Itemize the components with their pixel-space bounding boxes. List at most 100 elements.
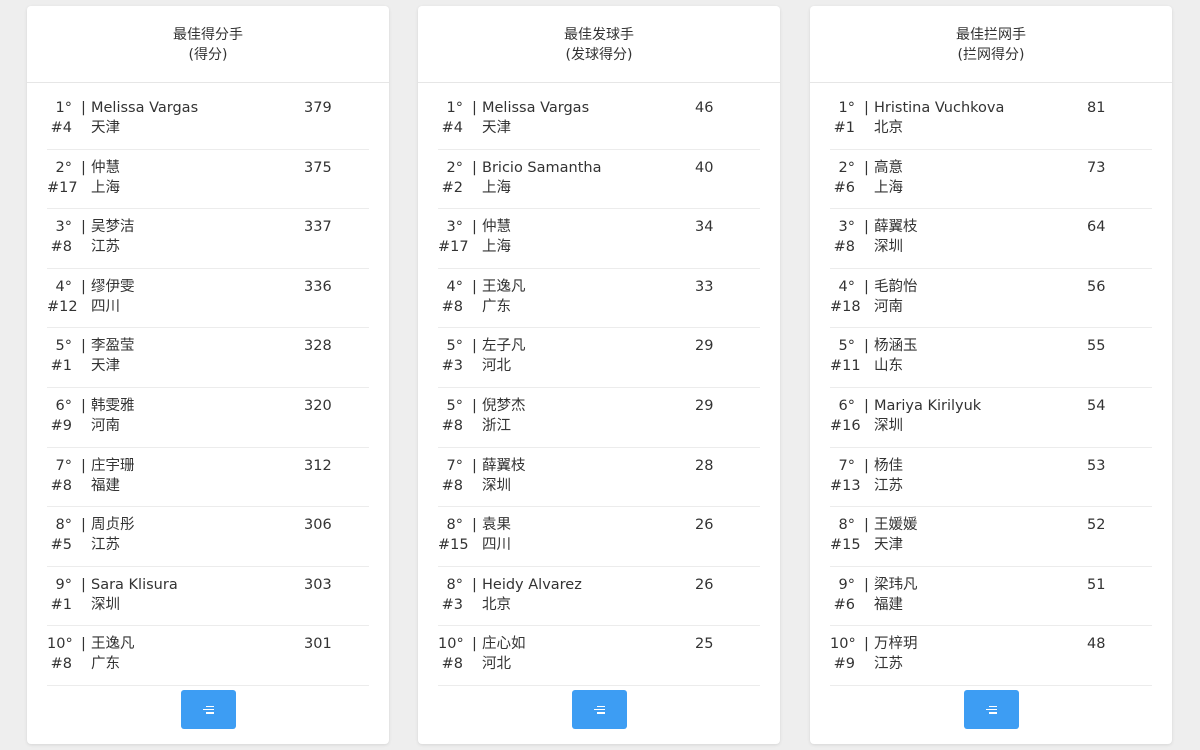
player-name: 王逸凡 [482, 278, 526, 295]
player-name: Melissa Vargas [91, 100, 199, 116]
stat-value: 301 [304, 636, 332, 653]
player-name: Bricio Samantha [482, 159, 602, 176]
rank-label: 8° [838, 517, 855, 534]
stat-value: 48 [1087, 636, 1106, 653]
separator: | [864, 100, 869, 116]
player-name: 仲慧 [482, 219, 511, 236]
player-name: 左子凡 [482, 338, 526, 355]
team-city: 深圳 [482, 477, 511, 494]
separator: | [81, 397, 86, 414]
separator: | [472, 159, 477, 176]
jersey-number: #17 [47, 179, 78, 196]
player-name: 王逸凡 [91, 636, 135, 653]
separator: | [81, 338, 86, 355]
jersey-number: #18 [830, 298, 861, 315]
jersey-number: #5 [50, 537, 72, 554]
ranking-row: 6° | 韩雯雅 #9 河南 320 [47, 388, 369, 448]
jersey-number: #4 [441, 120, 463, 136]
jersey-number: #17 [438, 239, 469, 256]
rank-label: 3° [838, 219, 855, 236]
team-city: 江苏 [874, 656, 903, 673]
stat-value: 46 [695, 100, 714, 116]
show-more-button[interactable] [181, 690, 236, 729]
ranking-row: 1° | Melissa Vargas #4 天津 379 [47, 90, 369, 150]
stat-value: 303 [304, 576, 332, 593]
rank-label: 10° [47, 636, 73, 653]
player-name: 吴梦洁 [91, 219, 135, 236]
stat-value: 53 [1087, 457, 1106, 474]
ranking-row: 3° | 吴梦洁 #8 江苏 337 [47, 209, 369, 269]
stat-value: 56 [1087, 278, 1106, 295]
team-city: 天津 [482, 120, 511, 136]
team-city: 山东 [874, 358, 903, 375]
player-name: 薛翼枝 [482, 457, 526, 474]
ranking-row: 5° | 杨涵玉 #11 山东 55 [830, 328, 1152, 388]
jersey-number: #9 [833, 656, 855, 673]
player-name: 倪梦杰 [482, 397, 526, 414]
rank-label: 6° [55, 397, 72, 414]
leaderboard-panels: 最佳得分手 (得分) 1° | Melissa Vargas #4 天津 379 2° | 仲慧… [0, 0, 1200, 750]
jersey-number: #13 [830, 477, 861, 494]
ranking-row: 7° | 薛翼枝 #8 深圳 28 [438, 448, 760, 508]
stat-value: 81 [1087, 100, 1106, 116]
separator: | [864, 636, 869, 653]
team-city: 江苏 [874, 477, 903, 494]
ranking-row: 5° | 倪梦杰 #8 浙江 29 [438, 388, 760, 448]
rank-label: 5° [838, 338, 855, 355]
panel-header: 最佳发球手 (发球得分) [418, 6, 780, 83]
separator: | [472, 219, 477, 236]
jersey-number: #8 [50, 477, 72, 494]
player-name: Melissa Vargas [482, 100, 590, 116]
ranking-row: 8° | 王媛媛 #15 天津 52 [830, 507, 1152, 567]
ranking-row: 1° | Melissa Vargas #4 天津 46 [438, 90, 760, 150]
separator: | [472, 457, 477, 474]
stat-value: 320 [304, 397, 332, 414]
show-more-button[interactable] [572, 690, 627, 729]
ranking-row: 3° | 薛翼枝 #8 深圳 64 [830, 209, 1152, 269]
jersey-number: #8 [441, 477, 463, 494]
rank-label: 1° [55, 100, 72, 116]
team-city: 天津 [874, 537, 903, 554]
ranking-list: 1° | Melissa Vargas #4 天津 46 2° | Bricio Samanth… [438, 90, 760, 686]
jersey-number: #9 [50, 417, 72, 434]
player-name: 杨佳 [874, 457, 903, 474]
rank-label: 2° [55, 159, 72, 176]
show-more-button[interactable] [964, 690, 1019, 729]
stat-value: 51 [1087, 576, 1106, 593]
jersey-number: #1 [50, 358, 72, 375]
player-name: 王媛媛 [874, 517, 918, 534]
separator: | [472, 517, 477, 534]
rank-label: 5° [446, 397, 463, 414]
player-name: 庄心如 [482, 636, 526, 653]
separator: | [472, 100, 477, 116]
stat-value: 26 [695, 517, 714, 534]
jersey-number: #6 [833, 596, 855, 613]
ranking-row: 2° | Bricio Samantha #2 上海 40 [438, 150, 760, 210]
ranking-row: 5° | 左子凡 #3 河北 29 [438, 328, 760, 388]
team-city: 天津 [91, 120, 120, 136]
jersey-number: #8 [441, 656, 463, 673]
ranking-row: 10° | 王逸凡 #8 广东 301 [47, 626, 369, 686]
rank-label: 4° [838, 278, 855, 295]
ranking-row: 1° | Hristina Vuchkova #1 北京 81 [830, 90, 1152, 150]
player-name: Mariya Kirilyuk [874, 397, 982, 414]
stat-value: 64 [1087, 219, 1106, 236]
jersey-number: #15 [438, 537, 469, 554]
player-name: 缪伊雯 [91, 278, 135, 295]
separator: | [864, 219, 869, 236]
jersey-number: #11 [830, 358, 861, 375]
rank-label: 7° [838, 457, 855, 474]
separator: | [472, 338, 477, 355]
panel-subtitle: (拦网得分) [957, 47, 1025, 63]
ranking-row: 4° | 缪伊雯 #12 四川 336 [47, 269, 369, 329]
rank-label: 3° [55, 219, 72, 236]
jersey-number: #2 [441, 179, 463, 196]
team-city: 江苏 [91, 239, 120, 256]
rank-label: 9° [55, 576, 72, 593]
player-name: 杨涵玉 [874, 338, 918, 355]
player-name: 薛翼枝 [874, 219, 918, 236]
team-city: 江苏 [91, 537, 120, 554]
player-name: 万梓玥 [874, 636, 918, 653]
stat-value: 55 [1087, 338, 1106, 355]
separator: | [472, 397, 477, 414]
